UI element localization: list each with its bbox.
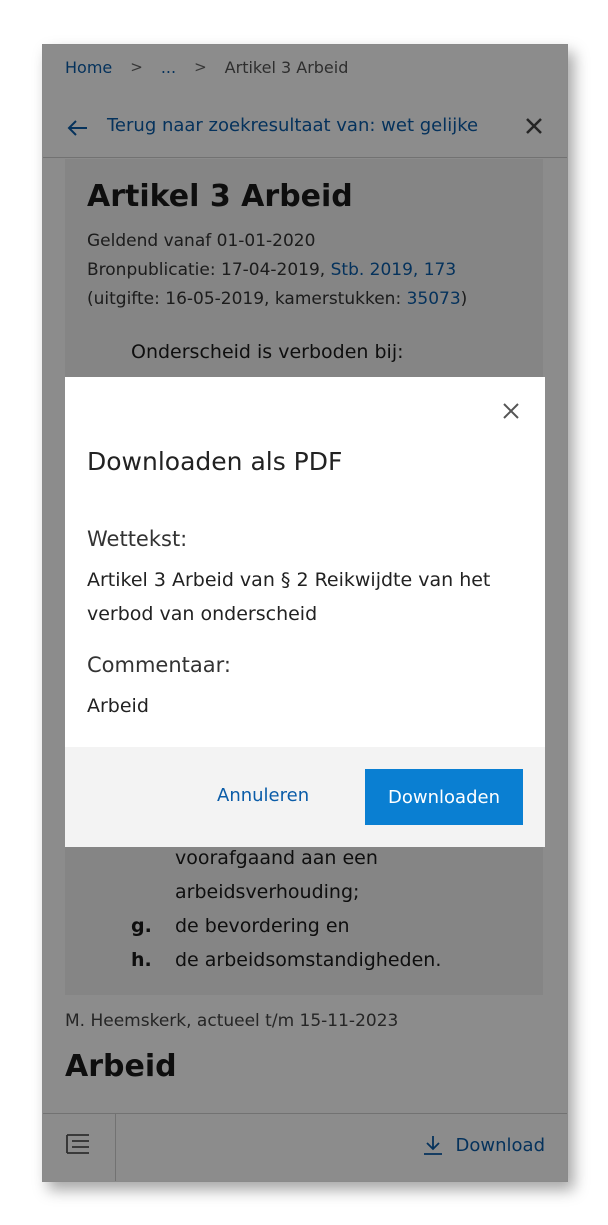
law-text-label: Wettekst:: [87, 527, 188, 551]
confirm-download-button[interactable]: Downloaden: [365, 769, 523, 825]
dialog-footer: Annuleren Downloaden: [65, 747, 545, 847]
download-pdf-dialog: Downloaden als PDF Wettekst: Artikel 3 A…: [65, 377, 545, 847]
commentary-value: Arbeid: [87, 695, 149, 717]
law-text-value: Artikel 3 Arbeid van § 2 Reikwijdte van …: [87, 569, 491, 625]
close-icon[interactable]: [501, 401, 521, 421]
commentary-label: Commentaar:: [87, 653, 231, 677]
dialog-title: Downloaden als PDF: [87, 447, 343, 476]
phone-frame: Home > ... > Artikel 3 Arbeid Terug naar…: [42, 44, 568, 1182]
cancel-button[interactable]: Annuleren: [217, 785, 309, 806]
